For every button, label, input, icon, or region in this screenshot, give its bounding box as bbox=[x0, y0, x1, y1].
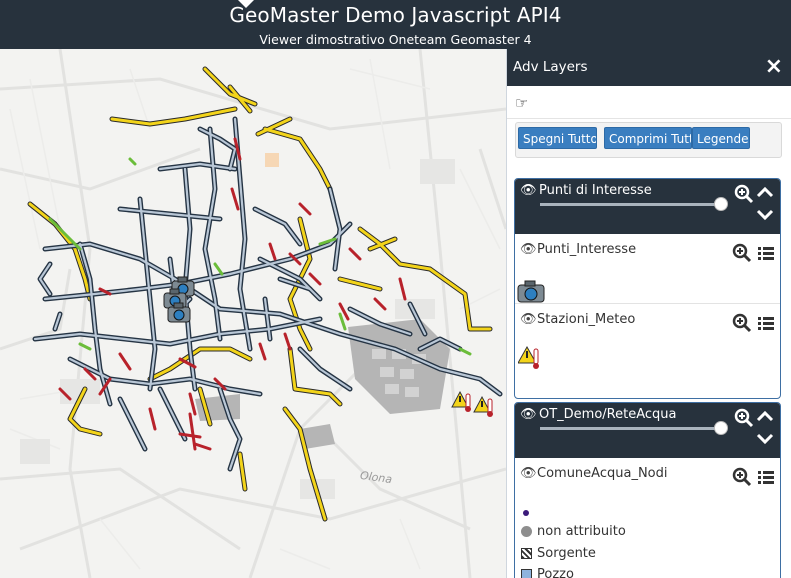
close-icon[interactable]: × bbox=[765, 56, 783, 78]
chevron-up-icon[interactable] bbox=[756, 410, 774, 422]
legend-label: Pozzo bbox=[537, 567, 574, 578]
layer-name: Punti_Interesse bbox=[537, 242, 637, 257]
zoom-to-layer-icon[interactable] bbox=[734, 408, 754, 428]
legende-button[interactable]: Legende bbox=[692, 127, 750, 149]
eye-icon[interactable]: 👁 bbox=[520, 466, 537, 481]
camera-icon bbox=[517, 280, 545, 303]
layer-group-rete-acqua: 👁 OT_Demo/ReteAcqua 👁 ComuneAcqua_Nodi n… bbox=[514, 402, 781, 578]
list-icon[interactable] bbox=[758, 317, 774, 331]
group-header: 👁 OT_Demo/ReteAcqua bbox=[515, 403, 780, 458]
slider-handle[interactable] bbox=[714, 197, 728, 211]
pointing-hand-icon[interactable]: ☞ bbox=[515, 94, 528, 112]
list-icon[interactable] bbox=[758, 247, 774, 261]
app-header: GeoMaster Demo Javascript API4 Viewer di… bbox=[0, 0, 791, 49]
eye-icon[interactable]: 👁 bbox=[520, 242, 537, 257]
opacity-slider[interactable] bbox=[540, 197, 728, 211]
zoom-to-layer-icon[interactable] bbox=[732, 243, 752, 263]
panel-toolbar: ☞ bbox=[507, 86, 791, 119]
app-title: GeoMaster Demo Javascript API4 bbox=[229, 3, 562, 27]
eye-icon[interactable]: 👁 bbox=[520, 312, 537, 327]
purple-dot-icon bbox=[523, 509, 529, 516]
legend-label: Sorgente bbox=[537, 546, 596, 561]
legend-item: Pozzo bbox=[521, 567, 574, 578]
opacity-slider[interactable] bbox=[540, 421, 728, 435]
zoom-to-layer-icon[interactable] bbox=[734, 184, 754, 204]
layer-group-punti-di-interesse: 👁 Punti di Interesse 👁 Punti_Interesse 👁… bbox=[514, 178, 781, 399]
eye-icon[interactable]: 👁 bbox=[520, 407, 537, 422]
zoom-to-layer-icon[interactable] bbox=[732, 313, 752, 333]
eye-icon[interactable]: 👁 bbox=[520, 183, 537, 198]
slider-handle[interactable] bbox=[714, 421, 728, 435]
map-canvas[interactable] bbox=[0, 49, 506, 578]
comprimi-tutto-button[interactable]: Comprimi Tutto bbox=[604, 127, 692, 149]
legend-item bbox=[521, 505, 534, 520]
group-name: OT_Demo/ReteAcqua bbox=[539, 407, 677, 422]
group-header: 👁 Punti di Interesse bbox=[515, 179, 780, 234]
legend-label: non attribuito bbox=[537, 524, 626, 539]
legend-item: Sorgente bbox=[521, 546, 596, 561]
layer-name: Stazioni_Meteo bbox=[537, 312, 636, 327]
header-collapse-arrow-icon[interactable] bbox=[238, 0, 254, 8]
grey-circle-icon bbox=[521, 526, 532, 537]
list-icon[interactable] bbox=[758, 471, 774, 485]
layer-row: 👁 ComuneAcqua_Nodi non attribuito Sorgen… bbox=[515, 458, 780, 578]
layer-row: 👁 Punti_Interesse bbox=[515, 234, 780, 304]
chevron-up-icon[interactable] bbox=[756, 186, 774, 198]
chevron-down-icon[interactable] bbox=[756, 433, 774, 445]
legend-item: non attribuito bbox=[521, 524, 626, 539]
map-view[interactable]: Olona bbox=[0, 49, 506, 578]
blue-square-icon bbox=[521, 569, 532, 578]
spegni-tutto-button[interactable]: Spegni Tutto bbox=[518, 127, 597, 149]
app-subtitle: Viewer dimostrativo Oneteam Geomaster 4 bbox=[259, 32, 532, 47]
chevron-down-icon[interactable] bbox=[756, 209, 774, 221]
checker-square-icon bbox=[521, 548, 532, 559]
panel-header: Adv Layers × bbox=[507, 49, 791, 86]
layer-row: 👁 Stazioni_Meteo bbox=[515, 304, 780, 394]
panel-button-bar: Spegni Tutto Comprimi Tutto Legende bbox=[515, 122, 782, 158]
zoom-to-layer-icon[interactable] bbox=[732, 467, 752, 487]
app-window: GeoMaster Demo Javascript API4 Viewer di… bbox=[0, 0, 791, 578]
weather-station-icon bbox=[518, 346, 539, 369]
group-name: Punti di Interesse bbox=[539, 183, 652, 198]
panel-title: Adv Layers bbox=[513, 59, 588, 75]
adv-layers-panel: Adv Layers × ☞ Spegni Tutto Comprimi Tut… bbox=[506, 49, 791, 578]
layer-name: ComuneAcqua_Nodi bbox=[537, 466, 668, 481]
